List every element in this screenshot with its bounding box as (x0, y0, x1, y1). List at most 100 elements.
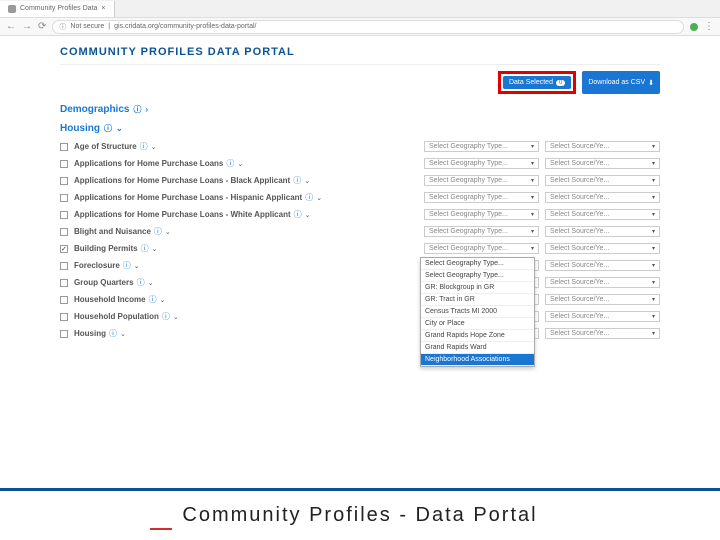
caret-icon: ▾ (652, 296, 655, 303)
tab-title: Community Profiles Data (20, 5, 97, 12)
info-icon[interactable]: ⓘ (133, 104, 141, 115)
checkbox[interactable] (60, 296, 68, 304)
info-icon[interactable]: ⓘ (162, 311, 170, 322)
source-select[interactable]: Select Source/Ye...▾ (545, 158, 660, 169)
source-select[interactable]: Select Source/Ye...▾ (545, 328, 660, 339)
caret-icon: ▾ (652, 194, 655, 201)
info-icon[interactable]: ⓘ (137, 277, 145, 288)
url-text: gis.cridata.org/community-profiles-data-… (114, 23, 256, 30)
variable-label: Foreclosure ⓘ ⌄ (74, 260, 418, 271)
source-select[interactable]: Select Source/Ye...▾ (545, 175, 660, 186)
source-select[interactable]: Select Source/Ye...▾ (545, 192, 660, 203)
data-selected-button[interactable]: Data Selected 0 (503, 76, 571, 89)
chevron-down-icon: ⌄ (237, 160, 243, 168)
info-icon[interactable]: ⓘ (293, 175, 301, 186)
dropdown-option[interactable]: Census Tracts MI 2000 (421, 306, 534, 318)
chevron-down-icon: ⌄ (152, 245, 158, 253)
secure-label: Not secure (70, 23, 104, 30)
dropdown-option[interactable]: Grand Rapids Hope Zone (421, 330, 534, 342)
checkbox[interactable] (60, 262, 68, 270)
download-csv-button[interactable]: Download as CSV ⬇ (582, 71, 660, 94)
checkbox[interactable] (60, 177, 68, 185)
highlight-box: Data Selected 0 (498, 71, 576, 94)
chevron-down-icon: ⌄ (116, 124, 123, 133)
geography-select[interactable]: Select Geography Type...▾ (424, 175, 539, 186)
variable-list: Age of Structure ⓘ ⌄ Select Geography Typ… (60, 138, 660, 342)
caret-icon: ▾ (652, 330, 655, 337)
info-icon[interactable]: ⓘ (305, 192, 313, 203)
slide-footer: Community Profiles - Data Portal (0, 488, 720, 540)
checkbox[interactable] (60, 279, 68, 287)
info-icon[interactable]: ⓘ (154, 226, 162, 237)
geography-select[interactable]: Select Geography Type...▾ (424, 243, 539, 254)
section-demographics[interactable]: Demographics ⓘ › (60, 100, 660, 119)
source-select[interactable]: Select Source/Ye...▾ (545, 311, 660, 322)
source-select[interactable]: Select Source/Ye...▾ (545, 243, 660, 254)
dropdown-option[interactable]: Neighborhood Associations (421, 354, 534, 366)
chevron-right-icon: › (145, 105, 148, 114)
variable-row: Applications for Home Purchase Loans - H… (60, 189, 660, 206)
reload-icon[interactable]: ⟳ (38, 21, 46, 32)
geography-select[interactable]: Select Geography Type...▾ (424, 209, 539, 220)
close-icon[interactable]: × (101, 5, 105, 12)
forward-icon[interactable]: → (22, 21, 32, 32)
browser-tabstrip: Community Profiles Data × (0, 0, 720, 18)
checkbox[interactable] (60, 211, 68, 219)
source-select[interactable]: Select Source/Ye...▾ (545, 141, 660, 152)
checkbox[interactable] (60, 143, 68, 151)
variable-row: Applications for Home Purchase Loans ⓘ ⌄… (60, 155, 660, 172)
checkbox[interactable] (60, 245, 68, 253)
geography-select[interactable]: Select Geography Type...▾ (424, 226, 539, 237)
info-icon[interactable]: ⓘ (123, 260, 131, 271)
info-icon[interactable]: ⓘ (149, 294, 157, 305)
url-input[interactable]: ⓘ Not secure | gis.cridata.org/community… (52, 20, 684, 34)
info-icon[interactable]: ⓘ (226, 158, 234, 169)
variable-row: Group Quarters ⓘ ⌄Select Geography Type.… (60, 274, 660, 291)
chevron-down-icon: ⌄ (120, 330, 126, 338)
dropdown-option[interactable]: Select Geography Type... (421, 258, 534, 270)
dropdown-option[interactable]: GR: Tract in GR (421, 294, 534, 306)
dropdown-option[interactable]: Grand Rapids Ward (421, 342, 534, 354)
source-select[interactable]: Select Source/Ye...▾ (545, 294, 660, 305)
browser-tab[interactable]: Community Profiles Data × (0, 1, 115, 17)
back-icon[interactable]: ← (6, 21, 16, 32)
checkbox[interactable] (60, 160, 68, 168)
variable-row: Age of Structure ⓘ ⌄ Select Geography Typ… (60, 138, 660, 155)
variable-row: Household Income ⓘ ⌄Select Geography Typ… (60, 291, 660, 308)
menu-icon[interactable]: ⋮ (704, 21, 714, 32)
source-select[interactable]: Select Source/Ye...▾ (545, 260, 660, 271)
source-select[interactable]: Select Source/Ye...▾ (545, 209, 660, 220)
checkbox[interactable] (60, 194, 68, 202)
dropdown-option[interactable]: GR: Blockgroup in GR (421, 282, 534, 294)
data-selected-count: 0 (556, 80, 565, 86)
extension-icon[interactable] (690, 23, 698, 31)
caret-icon: ▾ (531, 211, 534, 218)
section-housing[interactable]: Housing ⓘ ⌄ (60, 119, 660, 138)
info-icon[interactable]: ⓘ (140, 141, 148, 152)
checkbox[interactable] (60, 313, 68, 321)
geography-select[interactable]: Select Geography Type...▾ (424, 192, 539, 203)
source-select[interactable]: Select Source/Ye...▾ (545, 277, 660, 288)
info-icon[interactable]: ⓘ (294, 209, 302, 220)
geography-select[interactable]: Select Geography Type...▾ (424, 158, 539, 169)
variable-row: Household Population ⓘ ⌄Select Geography… (60, 308, 660, 325)
geography-select[interactable]: Select Geography Type...▾ (424, 141, 539, 152)
caret-icon: ▾ (652, 160, 655, 167)
variable-row: Housing ⓘ ⌄Select Geography Type...▾Sele… (60, 325, 660, 342)
source-select[interactable]: Select Source/Ye...▾ (545, 226, 660, 237)
variable-label: Age of Structure ⓘ ⌄ (74, 141, 418, 152)
info-icon[interactable]: ⓘ (104, 123, 112, 134)
caret-icon: ▾ (652, 143, 655, 150)
checkbox[interactable] (60, 330, 68, 338)
page-content: COMMUNITY PROFILES DATA PORTAL Data Sele… (0, 36, 720, 342)
favicon (8, 5, 16, 13)
chevron-down-icon: ⌄ (160, 296, 166, 304)
info-icon[interactable]: ⓘ (141, 243, 149, 254)
info-icon[interactable]: ⓘ (109, 328, 117, 339)
checkbox[interactable] (60, 228, 68, 236)
geography-dropdown[interactable]: Select Geography Type...Select Geography… (420, 257, 535, 367)
dropdown-option[interactable]: City or Place (421, 318, 534, 330)
variable-label: Applications for Home Purchase Loans - H… (74, 192, 418, 203)
caret-icon: ▾ (531, 228, 534, 235)
dropdown-option[interactable]: Select Geography Type... (421, 270, 534, 282)
